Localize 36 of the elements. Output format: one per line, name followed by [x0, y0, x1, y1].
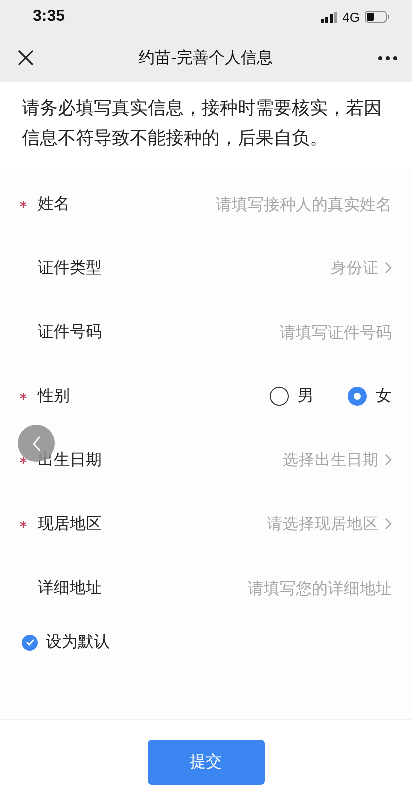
field-label: 详细地址 — [38, 578, 102, 598]
status-time: 3:35 — [33, 8, 66, 26]
field-label: 姓名 — [38, 194, 70, 214]
field-label: 证件号码 — [38, 322, 102, 342]
select-value[interactable]: 请选择现居地区 — [267, 514, 379, 534]
notice-text: 请务必填写真实信息，接种时需要核实，若因信息不符导致不能接种的，后果自负。 — [21, 97, 383, 151]
radio-label: 男 — [298, 386, 314, 406]
more-icon — [378, 56, 398, 60]
chevron-right-icon — [385, 262, 392, 274]
field-label: 现居地区 — [38, 514, 102, 534]
select-value[interactable]: 选择出生日期 — [283, 450, 379, 470]
close-button[interactable] — [18, 50, 34, 66]
field-label: 性别 — [38, 386, 70, 406]
text-input[interactable]: 请填写接种人的真实姓名 — [162, 194, 392, 214]
check-icon — [26, 639, 34, 646]
radio-label: 女 — [376, 386, 392, 406]
select-value[interactable]: 身份证 — [331, 258, 379, 278]
checkbox[interactable] — [22, 634, 38, 650]
field-label: 证件类型 — [38, 258, 102, 278]
close-icon — [18, 50, 34, 66]
signal-icon — [320, 12, 338, 22]
network-label: 4G — [342, 10, 360, 24]
chevron-right-icon — [385, 518, 392, 530]
text-input[interactable]: 请填写您的详细地址 — [162, 578, 392, 598]
chevron-left-icon — [32, 436, 42, 452]
text-input[interactable]: 请填写证件号码 — [162, 322, 392, 342]
checkbox-label: 设为默认 — [46, 632, 110, 653]
battery-icon — [365, 11, 390, 23]
chevron-right-icon — [385, 454, 392, 466]
page-title: 约苗-完善个人信息 — [139, 48, 273, 68]
field-label: 出生日期 — [38, 450, 102, 470]
radio-dot-icon — [354, 392, 361, 400]
more-button[interactable] — [378, 56, 398, 60]
radio-button[interactable] — [348, 386, 367, 406]
submit-button[interactable]: 提交 — [148, 740, 264, 785]
radio-button[interactable] — [270, 386, 289, 406]
